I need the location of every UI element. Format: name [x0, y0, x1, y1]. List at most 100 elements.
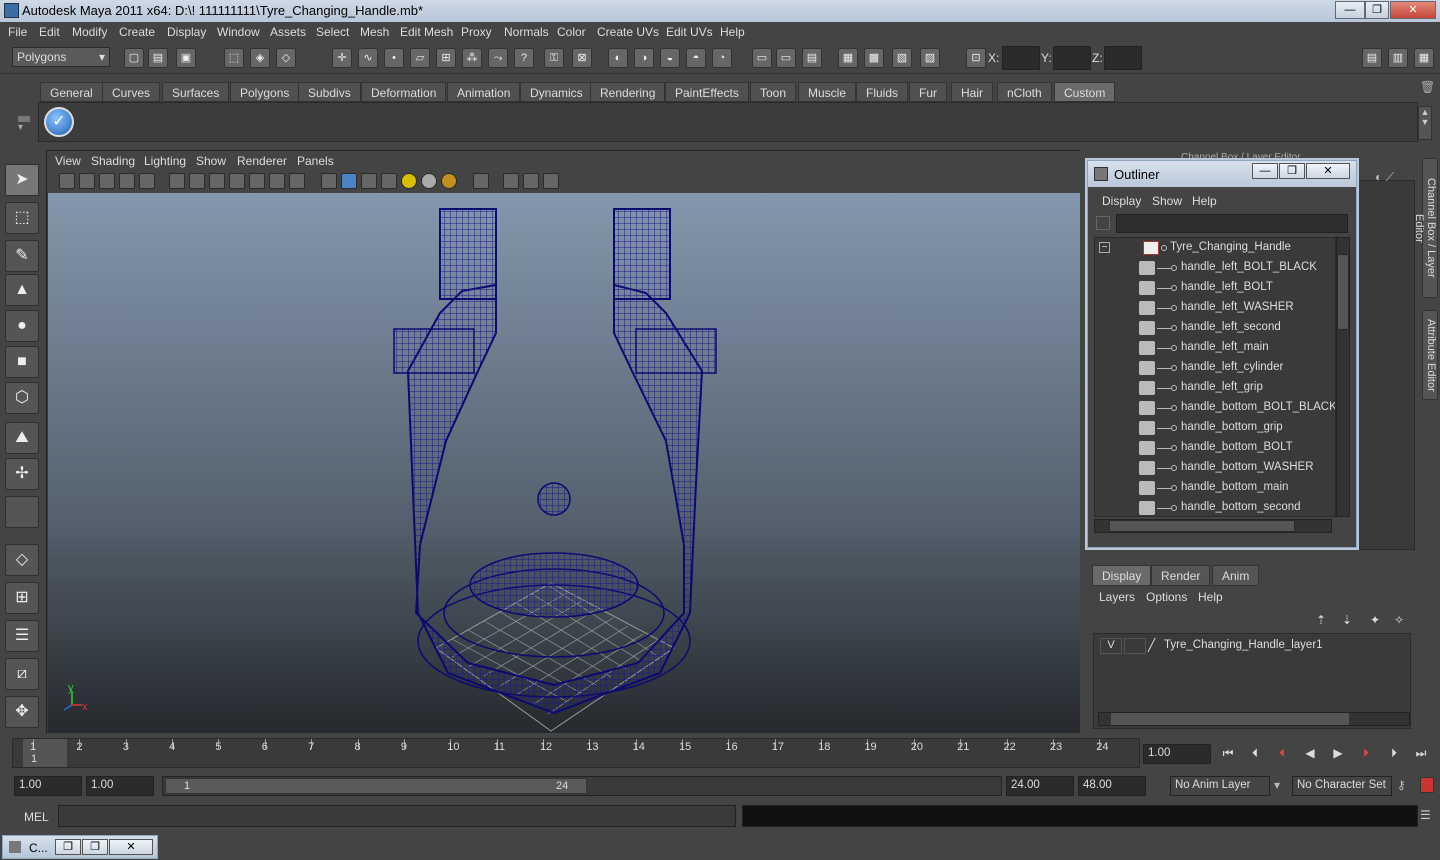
channel-box-toggle-icon[interactable]: ▤: [802, 48, 822, 68]
help-icon[interactable]: ?: [514, 48, 534, 68]
menu-display[interactable]: Display: [167, 25, 206, 39]
range-handle[interactable]: 1 24: [165, 778, 587, 794]
collapse-icon[interactable]: −: [1099, 242, 1110, 253]
maximize-button[interactable]: ❐: [1365, 1, 1389, 19]
outliner-item[interactable]: handle_bottom_second: [1095, 498, 1335, 516]
universal-manipulator-icon[interactable]: ⬡: [5, 382, 39, 414]
3d-scene[interactable]: y x: [48, 193, 1080, 733]
layer-tab-display[interactable]: Display: [1092, 565, 1152, 586]
shelf-options-icon[interactable]: ▾: [18, 112, 32, 142]
wireframe-icon[interactable]: [321, 173, 337, 189]
animation-preferences-icon[interactable]: [1420, 777, 1434, 793]
layer-tab-anim[interactable]: Anim: [1212, 565, 1260, 586]
layer-menu-help[interactable]: Help: [1198, 590, 1223, 604]
select-hierarchy-icon[interactable]: ⬚: [224, 48, 244, 68]
snap-grid-icon[interactable]: ✛: [332, 48, 352, 68]
minimized-maximize-button[interactable]: ❐: [82, 839, 108, 855]
command-language-label[interactable]: MEL: [24, 810, 49, 824]
snap-curve-icon[interactable]: ∿: [358, 48, 378, 68]
key-icon[interactable]: ⚷: [1397, 778, 1406, 792]
menu-color[interactable]: Color: [557, 25, 586, 39]
y-field[interactable]: [1053, 46, 1091, 70]
soft-modification-icon[interactable]: ⛰: [5, 422, 39, 454]
smooth-shade-icon[interactable]: [341, 173, 357, 189]
save-scene-icon[interactable]: ▣: [176, 48, 196, 68]
render-view-icon[interactable]: ◔: [712, 48, 732, 68]
transform-field-icon[interactable]: ⊡: [966, 48, 986, 68]
camera-icon[interactable]: ▦: [838, 48, 858, 68]
persp-outliner-layout-icon[interactable]: ☰: [5, 620, 39, 652]
shelf-tab-polygons[interactable]: Polygons: [230, 82, 300, 102]
x-field[interactable]: [1002, 46, 1040, 70]
textured-icon[interactable]: [381, 173, 397, 189]
last-tool-icon[interactable]: [5, 496, 39, 528]
anim-layer-chevron-down-icon[interactable]: ▾: [1274, 778, 1280, 792]
menu-edit-mesh[interactable]: Edit Mesh: [400, 25, 453, 39]
viewport-menu-show[interactable]: Show: [196, 154, 226, 168]
select-camera-icon[interactable]: [59, 173, 75, 189]
move-layer-down-icon[interactable]: ⇣: [1342, 613, 1352, 627]
hypergraph-layout-icon[interactable]: ✥: [5, 696, 39, 728]
outliner-close-button[interactable]: ✕: [1306, 163, 1350, 179]
select-tool-icon[interactable]: ➤: [5, 164, 39, 196]
menu-edit[interactable]: Edit: [39, 25, 60, 39]
layer-hscroll-thumb[interactable]: [1111, 713, 1349, 725]
shelf-tab-painteffects[interactable]: PaintEffects: [665, 82, 749, 102]
gate-mask-icon[interactable]: [229, 173, 245, 189]
hypershade-icon[interactable]: ◓: [686, 48, 706, 68]
render-sequence-icon[interactable]: ▨: [920, 48, 940, 68]
shelf-tab-subdivs[interactable]: Subdivs: [298, 82, 361, 102]
layer-tab-render[interactable]: Render: [1151, 565, 1211, 586]
minimize-button[interactable]: —: [1335, 1, 1365, 19]
snap-point-icon[interactable]: •: [384, 48, 404, 68]
start-time-field[interactable]: 1.00: [14, 776, 82, 796]
outliner-filter-input[interactable]: [1116, 214, 1348, 233]
outliner-root-row[interactable]: − Tyre_Changing_Handle: [1095, 238, 1335, 258]
outliner-item[interactable]: handle_bottom_BOLT_BLACK: [1095, 398, 1335, 418]
menu-mesh[interactable]: Mesh: [360, 25, 389, 39]
shelf-tab-dynamics[interactable]: Dynamics: [520, 82, 593, 102]
shelf-tab-custom[interactable]: Custom: [1054, 82, 1116, 102]
move-layer-up-icon[interactable]: ⇡: [1316, 613, 1326, 627]
show-manipulator-icon[interactable]: ✢: [5, 458, 39, 490]
isolate-select-icon[interactable]: [473, 173, 489, 189]
persp-graph-layout-icon[interactable]: ⧄: [5, 658, 39, 690]
shelf-tab-general[interactable]: General: [40, 82, 103, 102]
select-component-icon[interactable]: ◇: [276, 48, 296, 68]
script-editor-icon[interactable]: ☰: [1420, 808, 1431, 822]
film-gate-icon[interactable]: [189, 173, 205, 189]
show-attribute-editor-icon[interactable]: ▤: [1362, 48, 1382, 68]
outliner-item[interactable]: handle_left_cylinder: [1095, 358, 1335, 378]
shelf-tab-hair[interactable]: Hair: [951, 82, 994, 102]
go-to-start-icon[interactable]: ⏮: [1218, 746, 1238, 764]
new-layer-icon[interactable]: ✦: [1370, 613, 1380, 627]
lasso-tool-icon[interactable]: ⬚: [5, 202, 39, 234]
menu-edit-uvs[interactable]: Edit UVs: [666, 25, 713, 39]
menu-assets[interactable]: Assets: [270, 25, 306, 39]
paint-select-tool-icon[interactable]: ✎: [5, 240, 39, 272]
shelf-tab-animation[interactable]: Animation: [447, 82, 521, 102]
grid-toggle-icon[interactable]: [169, 173, 185, 189]
open-scene-icon[interactable]: ▤: [148, 48, 168, 68]
outliner-menu-display[interactable]: Display: [1102, 194, 1141, 208]
shelf-tab-rendering[interactable]: Rendering: [590, 82, 666, 102]
move-tool-icon[interactable]: ▲: [5, 274, 39, 306]
outliner-menu-show[interactable]: Show: [1152, 194, 1182, 208]
show-tool-settings-icon[interactable]: ▥: [1388, 48, 1408, 68]
outliner-menu-help[interactable]: Help: [1192, 194, 1217, 208]
layer-name[interactable]: Tyre_Changing_Handle_layer1: [1164, 639, 1323, 651]
outliner-item[interactable]: handle_bottom_main: [1095, 478, 1335, 498]
z-field[interactable]: [1104, 46, 1142, 70]
close-button[interactable]: ✕: [1390, 1, 1436, 19]
outliner-vertical-scrollbar[interactable]: [1336, 237, 1350, 517]
shelf-tab-curves[interactable]: Curves: [102, 82, 161, 102]
viewport-menu-panels[interactable]: Panels: [297, 154, 334, 168]
select-object-icon[interactable]: ◈: [250, 48, 270, 68]
shelf-tab-ncloth[interactable]: nCloth: [997, 82, 1052, 102]
snap-live-icon[interactable]: ⊞: [436, 48, 456, 68]
menu-window[interactable]: Window: [217, 25, 260, 39]
perspective-viewport[interactable]: View Shading Lighting Show Renderer Pane…: [46, 150, 1081, 733]
layer-menu-options[interactable]: Options: [1146, 590, 1187, 604]
step-back-key-icon[interactable]: ⏴: [1272, 746, 1292, 764]
channel-box-tools-icon[interactable]: ◐ ⟋: [1375, 170, 1394, 185]
